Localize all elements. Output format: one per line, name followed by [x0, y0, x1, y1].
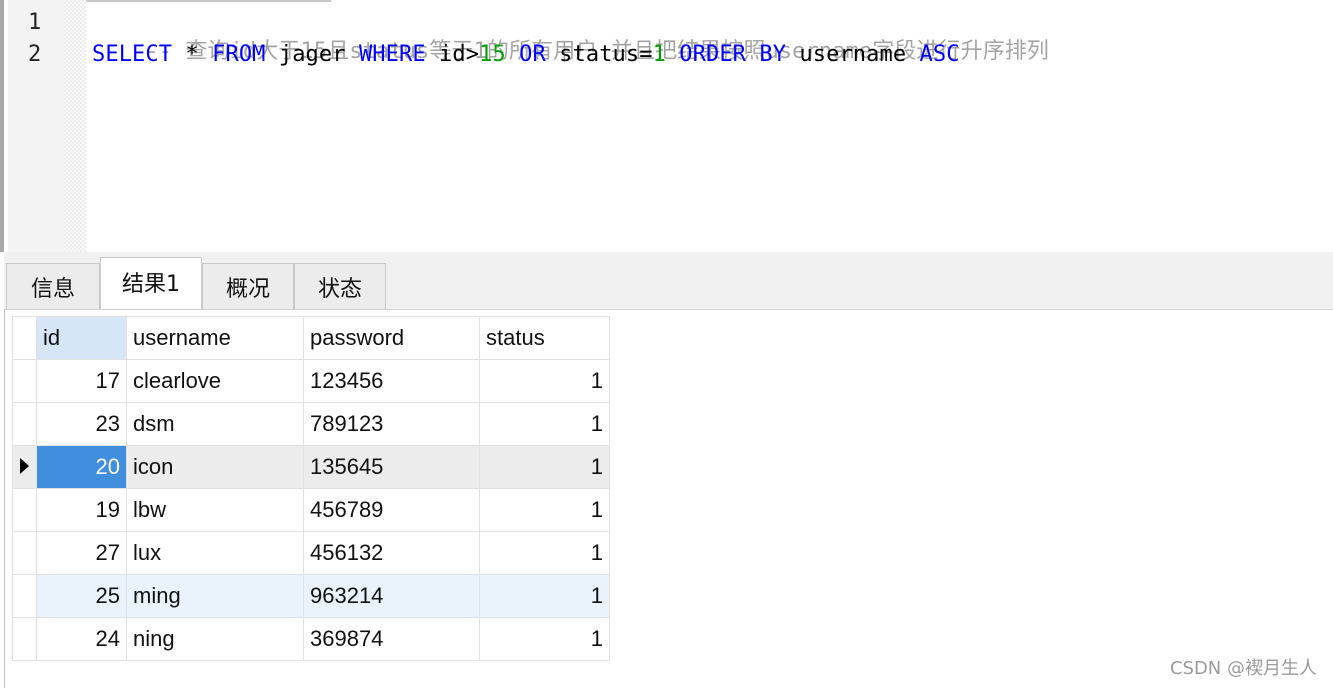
- cell-id[interactable]: 17: [36, 359, 127, 403]
- cell-username[interactable]: lux: [126, 531, 304, 575]
- header-row: id username password status: [12, 316, 610, 360]
- cell-id[interactable]: 24: [36, 617, 127, 661]
- tab-result-1[interactable]: 结果1: [100, 257, 202, 309]
- column-header-username[interactable]: username: [126, 316, 304, 360]
- cell-status[interactable]: 1: [479, 402, 610, 446]
- row-indicator[interactable]: [12, 574, 37, 618]
- order-field-token: username: [786, 42, 920, 67]
- tab-result-1-label: 结果1: [122, 272, 180, 297]
- cell-username[interactable]: lbw: [126, 488, 304, 532]
- keyword-from: FROM: [212, 42, 266, 67]
- cell-username[interactable]: dsm: [126, 402, 304, 446]
- column-header-id[interactable]: id: [36, 316, 127, 360]
- row-indicator[interactable]: [12, 488, 37, 532]
- column-header-status[interactable]: status: [479, 316, 610, 360]
- cell-username[interactable]: ming: [126, 574, 304, 618]
- cell-status[interactable]: 1: [479, 574, 610, 618]
- cell-password[interactable]: 369874: [303, 617, 480, 661]
- cell-password[interactable]: 135645: [303, 445, 480, 489]
- row-indicator[interactable]: [12, 402, 37, 446]
- tab-profile-label: 概况: [225, 276, 270, 302]
- cell-username[interactable]: ning: [126, 617, 304, 661]
- cell-username[interactable]: icon: [126, 445, 304, 489]
- cell-id[interactable]: 19: [36, 488, 127, 532]
- result-grid[interactable]: id username password status 17 clearlove…: [12, 316, 610, 661]
- keyword-where: WHERE: [358, 42, 426, 67]
- table-row-hover[interactable]: 25 ming 963214 1: [12, 574, 610, 618]
- cell-status[interactable]: 1: [479, 445, 610, 489]
- cell-password[interactable]: 123456: [303, 359, 480, 403]
- cell-password[interactable]: 456789: [303, 488, 480, 532]
- keyword-order: ORDER: [665, 42, 747, 67]
- result-grid-area: id username password status 17 clearlove…: [0, 310, 1333, 688]
- code-line-2[interactable]: SELECT * FROM jager WHERE id>15 OR statu…: [92, 42, 960, 67]
- condition-field-status: status=: [545, 42, 653, 67]
- star-token: *: [172, 42, 213, 67]
- keyword-or: OR: [505, 42, 546, 67]
- cell-id-selected[interactable]: 20: [36, 445, 127, 489]
- tab-info[interactable]: 信息: [6, 263, 100, 309]
- cell-id[interactable]: 23: [36, 402, 127, 446]
- condition-value-1: 1: [652, 42, 666, 67]
- row-indicator-header[interactable]: [12, 316, 37, 360]
- table-name-token: jager: [265, 42, 359, 67]
- cell-id[interactable]: 27: [36, 531, 127, 575]
- line-number-gutter: 1 2: [8, 0, 64, 252]
- keyword-by: BY: [746, 42, 787, 67]
- line-number-2: 2: [28, 42, 42, 67]
- cell-password[interactable]: 789123: [303, 402, 480, 446]
- fold-margin: [64, 0, 86, 252]
- row-pointer-icon: [20, 458, 29, 474]
- table-row-current[interactable]: 20 icon 135645 1: [12, 445, 610, 489]
- tab-status[interactable]: 状态: [294, 263, 386, 309]
- cell-id[interactable]: 25: [36, 574, 127, 618]
- cell-password[interactable]: 456132: [303, 531, 480, 575]
- line-number-1: 1: [28, 10, 42, 35]
- row-indicator[interactable]: [12, 617, 37, 661]
- result-tab-bar: 信息 结果1 概况 状态: [4, 252, 1333, 310]
- row-indicator[interactable]: [12, 359, 37, 403]
- cell-status[interactable]: 1: [479, 488, 610, 532]
- table-row[interactable]: 19 lbw 456789 1: [12, 488, 610, 532]
- row-indicator[interactable]: [12, 445, 37, 489]
- table-row[interactable]: 17 clearlove 123456 1: [12, 359, 610, 403]
- tab-info-label: 信息: [30, 276, 75, 302]
- condition-field-id: id>: [425, 42, 480, 67]
- watermark-text: CSDN @褉月生人: [1169, 658, 1317, 679]
- cell-status[interactable]: 1: [479, 359, 610, 403]
- cell-username[interactable]: clearlove: [126, 359, 304, 403]
- keyword-select: SELECT: [92, 42, 173, 67]
- tab-status-label: 状态: [317, 276, 362, 302]
- row-indicator[interactable]: [12, 531, 37, 575]
- sql-editor[interactable]: 1 2 -- 查询id大于15且status等于1的所有用户 并且把结果按照us…: [0, 0, 1333, 252]
- tab-profile[interactable]: 概况: [202, 263, 294, 309]
- table-row[interactable]: 23 dsm 789123 1: [12, 402, 610, 446]
- table-row[interactable]: 27 lux 456132 1: [12, 531, 610, 575]
- column-header-password[interactable]: password: [303, 316, 480, 360]
- cell-status[interactable]: 1: [479, 617, 610, 661]
- keyword-asc: ASC: [919, 42, 960, 67]
- condition-value-15: 15: [479, 42, 506, 67]
- cell-password[interactable]: 963214: [303, 574, 480, 618]
- table-row[interactable]: 24 ning 369874 1: [12, 617, 610, 661]
- cell-status[interactable]: 1: [479, 531, 610, 575]
